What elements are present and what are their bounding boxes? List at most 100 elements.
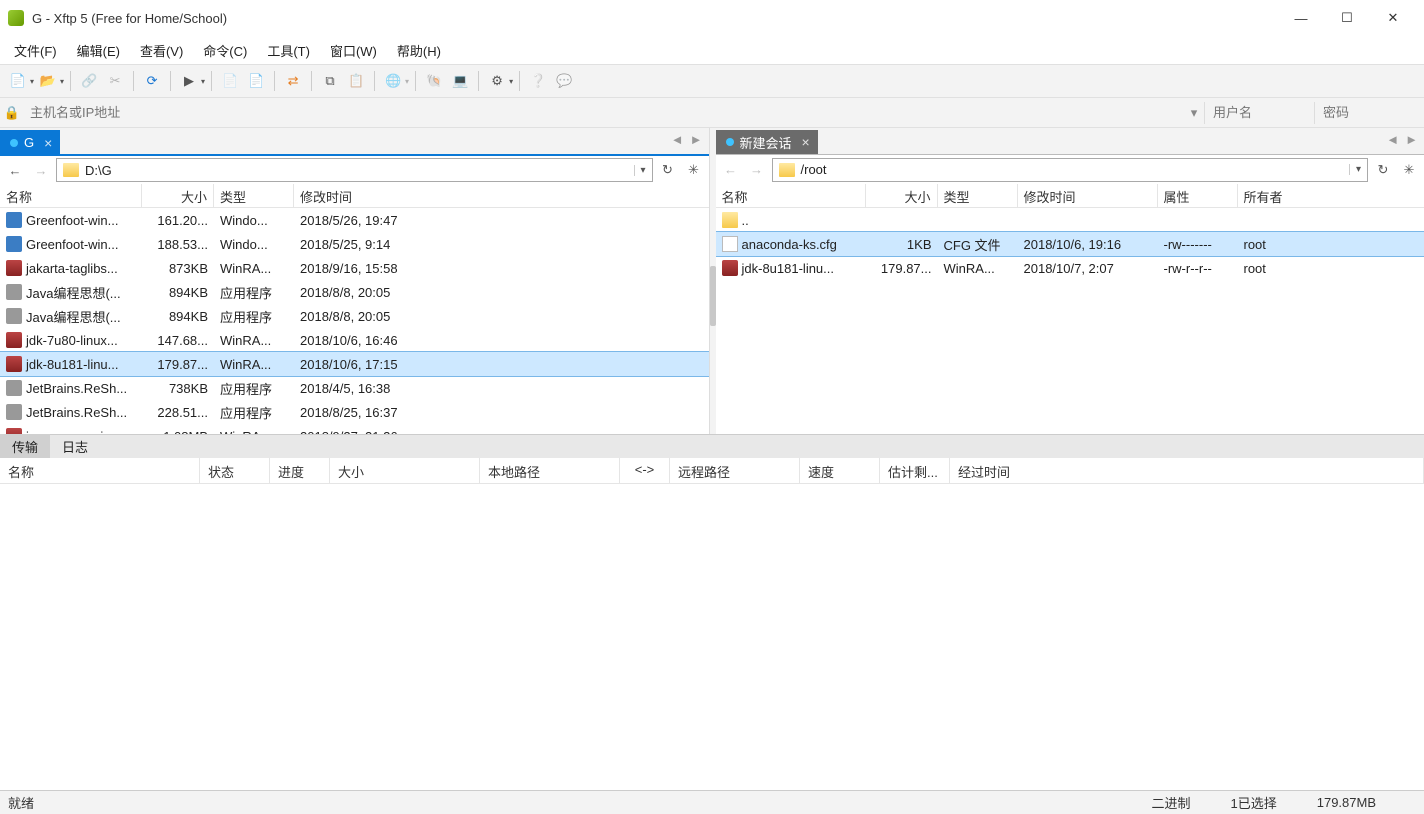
paste-icon[interactable]: 📋 (344, 69, 368, 93)
chevron-down-icon[interactable]: ▾ (30, 77, 34, 86)
remote-path-box[interactable]: /root ▾ (772, 158, 1369, 182)
chevron-down-icon[interactable]: ▾ (634, 165, 652, 176)
transfer-icon[interactable]: ⇄ (281, 69, 305, 93)
local-path-box[interactable]: D:\G ▾ (56, 158, 653, 182)
table-row[interactable]: JetBrains.ReSh...738KB应用程序2018/4/5, 16:3… (0, 376, 709, 400)
chevron-down-icon[interactable]: ▾ (201, 77, 205, 86)
refresh-icon[interactable]: ↻ (657, 159, 679, 181)
table-row[interactable]: anaconda-ks.cfg1KBCFG 文件2018/10/6, 19:16… (716, 232, 1424, 256)
table-row[interactable]: Greenfoot-win...161.20...Windo...2018/5/… (0, 208, 709, 232)
col-owner[interactable]: 所有者 (1238, 184, 1424, 207)
globe-icon[interactable]: 🌐 (381, 69, 405, 93)
gear-icon[interactable]: ⚙ (485, 69, 509, 93)
col-modified[interactable]: 修改时间 (1018, 184, 1158, 207)
col-modified[interactable]: 修改时间 (294, 184, 709, 207)
col-size[interactable]: 大小 (142, 184, 214, 207)
play-icon[interactable]: ▶ (177, 69, 201, 93)
menu-file[interactable]: 文件(F) (4, 37, 67, 64)
menubar: 文件(F) 编辑(E) 查看(V) 命令(C) 工具(T) 窗口(W) 帮助(H… (0, 36, 1424, 64)
close-icon[interactable]: × (802, 134, 810, 150)
file-owner: root (1238, 261, 1424, 276)
help-icon[interactable]: ❔ (526, 69, 550, 93)
tcol-size[interactable]: 大小 (330, 458, 480, 483)
new-session-icon[interactable]: 📄 (6, 69, 30, 93)
table-row[interactable]: JetBrains.ReSh...228.51...应用程序2018/8/25,… (0, 400, 709, 424)
minimize-button[interactable]: — (1278, 3, 1324, 33)
tab-prev-icon[interactable]: ◄ (1386, 132, 1399, 147)
password-input[interactable] (1314, 102, 1424, 124)
local-file-list[interactable]: Greenfoot-win...161.20...Windo...2018/5/… (0, 208, 709, 434)
tcol-eta[interactable]: 估计剩... (880, 458, 950, 483)
refresh-icon[interactable]: ↻ (1372, 159, 1394, 181)
connect-icon[interactable]: 🔗 (77, 69, 101, 93)
new-folder-icon[interactable]: ✳ (1398, 159, 1420, 181)
forward-icon[interactable]: → (30, 159, 52, 181)
copy-icon[interactable]: ⧉ (318, 69, 342, 93)
sync-icon[interactable]: ⟳ (140, 69, 164, 93)
status-ready: 就绪 (8, 793, 34, 812)
tab-prev-icon[interactable]: ◄ (671, 132, 684, 147)
col-attr[interactable]: 属性 (1158, 184, 1238, 207)
close-icon[interactable]: × (44, 135, 52, 151)
table-row[interactable]: jdk-8u181-linu...179.87...WinRA...2018/1… (716, 256, 1424, 280)
remote-file-list[interactable]: ..anaconda-ks.cfg1KBCFG 文件2018/10/6, 19:… (716, 208, 1424, 434)
tab-log[interactable]: 日志 (50, 434, 100, 459)
host-input[interactable] (24, 102, 1184, 124)
col-type[interactable]: 类型 (214, 184, 294, 207)
menu-help[interactable]: 帮助(H) (387, 37, 451, 64)
username-input[interactable] (1204, 102, 1314, 124)
table-row[interactable]: Java编程思想(...894KB应用程序2018/8/8, 20:05 (0, 280, 709, 304)
menu-window[interactable]: 窗口(W) (320, 37, 387, 64)
col-name[interactable]: 名称 (0, 184, 142, 207)
tcol-remotepath[interactable]: 远程路径 (670, 458, 800, 483)
col-type[interactable]: 类型 (938, 184, 1018, 207)
col-name[interactable]: 名称 (716, 184, 866, 207)
tcol-progress[interactable]: 进度 (270, 458, 330, 483)
tab-next-icon[interactable]: ► (690, 132, 703, 147)
tab-transfer[interactable]: 传输 (0, 434, 50, 459)
menu-tool[interactable]: 工具(T) (257, 37, 320, 64)
forward-icon[interactable]: → (746, 159, 768, 181)
remote-tab[interactable]: 新建会话 × (716, 130, 818, 154)
disconnect-icon[interactable]: ✂ (103, 69, 127, 93)
open-session-icon[interactable]: 📂 (36, 69, 60, 93)
chevron-down-icon[interactable]: ▾ (1184, 105, 1204, 121)
tcol-elapsed[interactable]: 经过时间 (950, 458, 1424, 483)
table-row[interactable]: Greenfoot-win...188.53...Windo...2018/5/… (0, 232, 709, 256)
back-icon[interactable]: ← (720, 159, 742, 181)
tcol-speed[interactable]: 速度 (800, 458, 880, 483)
xshell-icon[interactable]: 🐚 (422, 69, 446, 93)
file-name: jakarta-taglibs... (26, 261, 118, 276)
chevron-down-icon[interactable]: ▾ (509, 77, 513, 86)
remote-pane: 新建会话 × ◄► ← → /root ▾ ↻ ✳ 名称 大小 类型 修改时间 … (716, 128, 1424, 434)
menu-edit[interactable]: 编辑(E) (67, 37, 130, 64)
terminal-icon[interactable]: 💻 (448, 69, 472, 93)
table-row[interactable]: jdk-8u181-linu...179.87...WinRA...2018/1… (0, 352, 709, 376)
file1-icon[interactable]: 📄 (218, 69, 242, 93)
table-row[interactable]: jdk-7u80-linux...147.68...WinRA...2018/1… (0, 328, 709, 352)
tcol-status[interactable]: 状态 (200, 458, 270, 483)
file2-icon[interactable]: 📄 (244, 69, 268, 93)
menu-view[interactable]: 查看(V) (130, 37, 193, 64)
new-folder-icon[interactable]: ✳ (683, 159, 705, 181)
table-row[interactable]: jakarta-taglibs...873KBWinRA...2018/9/16… (0, 256, 709, 280)
tab-next-icon[interactable]: ► (1405, 132, 1418, 147)
table-row[interactable]: Java编程思想(...894KB应用程序2018/8/8, 20:05 (0, 304, 709, 328)
maximize-button[interactable]: ☐ (1324, 3, 1370, 33)
col-size[interactable]: 大小 (866, 184, 938, 207)
chevron-down-icon[interactable]: ▾ (1349, 164, 1367, 175)
chevron-down-icon[interactable]: ▾ (60, 77, 64, 86)
file-icon (722, 236, 738, 252)
chat-icon[interactable]: 💬 (552, 69, 576, 93)
chevron-down-icon[interactable]: ▾ (405, 77, 409, 86)
table-row[interactable]: .. (716, 208, 1424, 232)
table-row[interactable]: jquery-easyui-...1.08MBWinRA...2018/9/27… (0, 424, 709, 434)
tcol-arrow[interactable]: <-> (620, 458, 670, 483)
back-icon[interactable]: ← (4, 159, 26, 181)
menu-command[interactable]: 命令(C) (193, 37, 257, 64)
tcol-localpath[interactable]: 本地路径 (480, 458, 620, 483)
file-name: jquery-easyui-... (26, 429, 118, 435)
local-tab[interactable]: G × (0, 130, 60, 154)
close-button[interactable]: ✕ (1370, 3, 1416, 33)
tcol-name[interactable]: 名称 (0, 458, 200, 483)
